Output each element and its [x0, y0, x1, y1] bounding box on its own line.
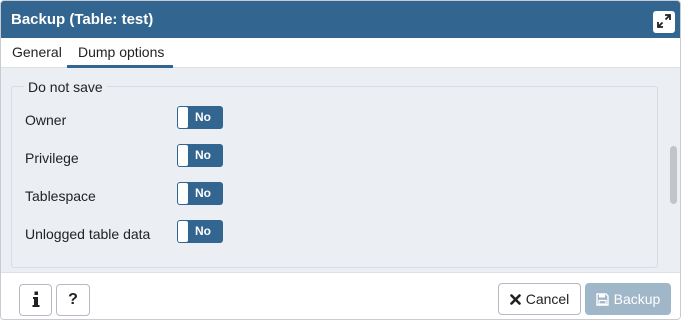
vertical-scrollbar[interactable]	[669, 68, 678, 272]
privilege-toggle[interactable]: No	[177, 144, 223, 167]
backup-dialog: Backup (Table: test) General Dump option…	[0, 0, 681, 320]
cancel-label: Cancel	[525, 291, 570, 307]
owner-label: Owner	[25, 112, 67, 128]
backup-label: Backup	[613, 291, 661, 307]
cancel-button[interactable]: Cancel	[498, 283, 581, 315]
scrollbar-thumb[interactable]	[670, 146, 677, 204]
toggle-knob	[178, 107, 188, 128]
toggle-state: No	[195, 186, 211, 200]
owner-toggle[interactable]: No	[177, 106, 223, 129]
toggle-state: No	[195, 224, 211, 238]
tablespace-toggle[interactable]: No	[177, 182, 223, 205]
fieldset-legend: Do not save	[24, 79, 107, 95]
dump-options-panel: Do not save Owner No Privilege No Tables…	[1, 68, 680, 272]
toggle-knob	[178, 183, 188, 204]
toggle-knob	[178, 221, 188, 242]
toggle-state: No	[195, 110, 211, 124]
tab-dump-options[interactable]: Dump options	[78, 44, 164, 60]
tab-bar: General Dump options	[1, 38, 680, 68]
help-label: ?	[68, 291, 78, 308]
dialog-title: Backup (Table: test)	[11, 11, 154, 28]
privilege-label: Privilege	[25, 150, 79, 166]
info-button[interactable]	[19, 284, 52, 316]
dialog-footer: ? Cancel Backup	[1, 272, 680, 319]
close-icon	[509, 293, 521, 305]
maximize-button[interactable]	[653, 11, 675, 33]
help-button[interactable]: ?	[56, 284, 90, 316]
dialog-titlebar[interactable]: Backup (Table: test)	[1, 1, 680, 38]
tablespace-label: Tablespace	[25, 188, 96, 204]
unlogged-table-data-label: Unlogged table data	[25, 226, 151, 242]
tab-general[interactable]: General	[12, 44, 62, 60]
unlogged-table-data-toggle[interactable]: No	[177, 220, 223, 243]
toggle-state: No	[195, 148, 211, 162]
backup-button[interactable]: Backup	[585, 283, 671, 315]
toggle-knob	[178, 145, 188, 166]
expand-arrows-icon	[657, 13, 671, 31]
floppy-disk-icon	[595, 292, 609, 306]
info-icon	[32, 291, 40, 310]
